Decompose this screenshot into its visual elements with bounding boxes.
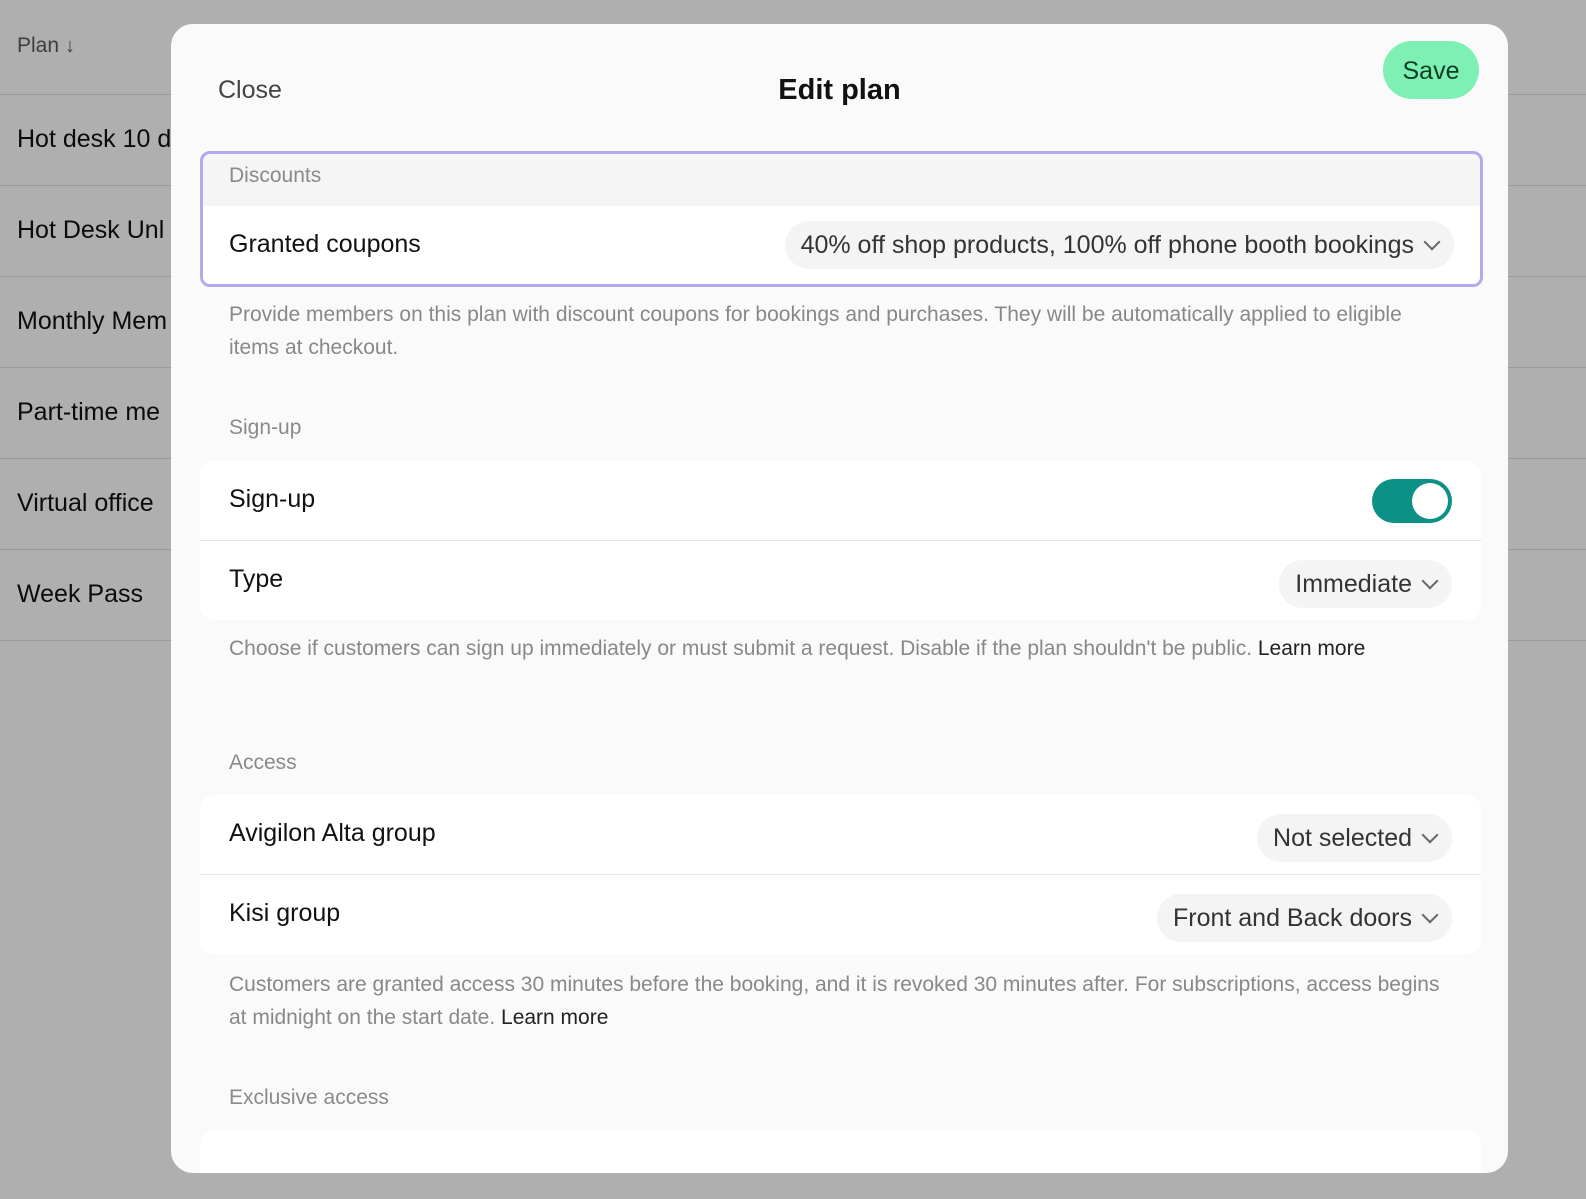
chevron-down-icon [1423,233,1441,251]
edit-plan-modal: Close Edit plan Save Discounts Granted c… [171,24,1508,1173]
kisi-label: Kisi group [229,899,341,927]
avigilon-dropdown[interactable]: Not selected [1257,814,1452,862]
section-label-access: Access [229,751,297,774]
avigilon-label: Avigilon Alta group [229,819,436,847]
signup-type-dropdown[interactable]: Immediate [1279,560,1452,608]
toggle-knob [1412,483,1448,519]
section-label-exclusive-access: Exclusive access [229,1086,389,1109]
signup-toggle-label: Sign-up [229,485,316,513]
access-card: Avigilon Alta group Not selected Kisi gr… [200,795,1481,954]
discounts-section: Discounts Granted coupons 40% off shop p… [200,151,1483,287]
kisi-dropdown[interactable]: Front and Back doors [1156,894,1452,942]
signup-toggle[interactable] [1372,479,1452,523]
kisi-row: Kisi group Front and Back doors [200,874,1481,954]
granted-coupons-value: 40% off shop products, 100% off phone bo… [800,231,1414,259]
kisi-value: Front and Back doors [1172,904,1412,932]
exclusive-access-card [200,1130,1481,1173]
section-label-signup: Sign-up [229,416,302,439]
chevron-down-icon [1421,906,1439,924]
granted-coupons-dropdown[interactable]: 40% off shop products, 100% off phone bo… [784,221,1454,269]
granted-coupons-row: Granted coupons 40% off shop products, 1… [203,206,1480,284]
modal-title: Edit plan [778,74,901,106]
section-label-discounts: Discounts [229,164,322,187]
discounts-help-text: Provide members on this plan with discou… [229,303,1402,359]
signup-learn-more-link[interactable]: Learn more [1258,637,1365,660]
signup-type-row: Type Immediate [200,540,1481,620]
chevron-down-icon [1421,572,1439,590]
chevron-down-icon [1421,826,1439,844]
save-button[interactable]: Save [1383,41,1479,99]
access-learn-more-link[interactable]: Learn more [501,1006,608,1029]
signup-toggle-row: Sign-up [200,461,1481,540]
access-help-text: Customers are granted access 30 minutes … [229,973,1440,1029]
signup-card: Sign-up Type Immediate [200,461,1481,620]
signup-help-text: Choose if customers can sign up immediat… [229,637,1366,660]
avigilon-row: Avigilon Alta group Not selected [200,795,1481,874]
avigilon-value: Not selected [1273,824,1412,852]
granted-coupons-label: Granted coupons [229,230,421,258]
signup-type-value: Immediate [1295,570,1412,598]
signup-type-label: Type [229,565,284,593]
